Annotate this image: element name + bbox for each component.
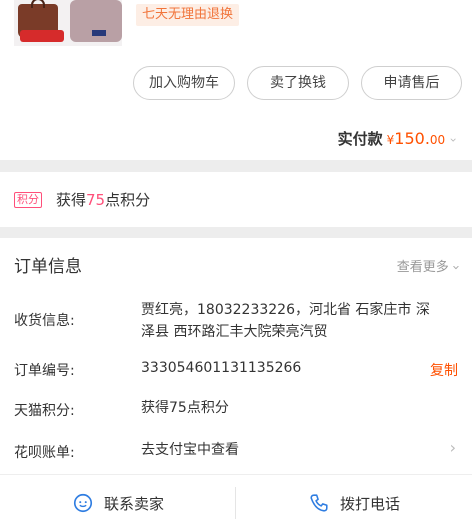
action-button-row: 加入购物车 卖了换钱 申请售后 xyxy=(0,66,472,100)
call-button[interactable]: 拨打电话 xyxy=(236,475,472,530)
total-amount: 150. xyxy=(394,129,430,148)
total-currency: ¥ xyxy=(386,133,395,147)
contact-seller-label: 联系卖家 xyxy=(103,494,164,513)
contact-seller-button[interactable]: 联系卖家 xyxy=(0,475,236,530)
chevron-down-icon: › xyxy=(446,137,461,143)
total-paid[interactable]: 实付款 ¥ 150. 00 › xyxy=(337,128,461,148)
product-card: 七天无理由退换 加入购物车 卖了换钱 申请售后 实付款 ¥ 150. 00 › xyxy=(0,0,472,160)
order-number-label: 订单编号: xyxy=(14,363,75,379)
points-text: 获得75点积分 xyxy=(56,191,151,209)
chevron-right-icon[interactable]: › xyxy=(450,438,456,457)
tmall-points-label: 天猫积分: xyxy=(14,403,75,419)
total-decimal: 00 xyxy=(429,133,446,147)
view-more-link[interactable]: 查看更多› xyxy=(397,256,463,275)
huabei-bill-value[interactable]: 去支付宝中查看 xyxy=(141,439,239,461)
order-number-value: 333054601131135266 xyxy=(141,360,302,376)
tmall-points-value: 获得75点积分 xyxy=(141,400,229,416)
order-info-title: 订单信息 xyxy=(14,257,82,277)
phone-icon xyxy=(310,494,328,512)
points-badge: 积分 xyxy=(14,192,42,208)
sell-for-cash-button[interactable]: 卖了换钱 xyxy=(247,66,349,100)
call-label: 拨打电话 xyxy=(339,494,400,513)
shipping-info-label: 收货信息: xyxy=(14,313,75,329)
chat-icon xyxy=(73,493,93,513)
footer-bar: 联系卖家 拨打电话 xyxy=(0,474,472,530)
points-card: 积分 获得75点积分 xyxy=(0,172,472,227)
after-sale-button[interactable]: 申请售后 xyxy=(361,66,462,100)
points-value: 75 xyxy=(86,191,106,209)
copy-order-number-button[interactable]: 复制 xyxy=(430,360,458,380)
huabei-bill-label: 花呗账单: xyxy=(14,445,75,461)
return-policy-tag: 七天无理由退换 xyxy=(136,4,240,26)
total-label: 实付款 xyxy=(337,130,383,148)
add-to-cart-button[interactable]: 加入购物车 xyxy=(133,66,235,100)
shipping-info-value: 贾红亮，18032233226，河北省 石家庄市 深 泽县 西环路汇丰大院荣亮汽… xyxy=(141,302,430,340)
product-thumbnail[interactable] xyxy=(14,0,122,46)
chevron-down-icon: › xyxy=(447,264,463,271)
